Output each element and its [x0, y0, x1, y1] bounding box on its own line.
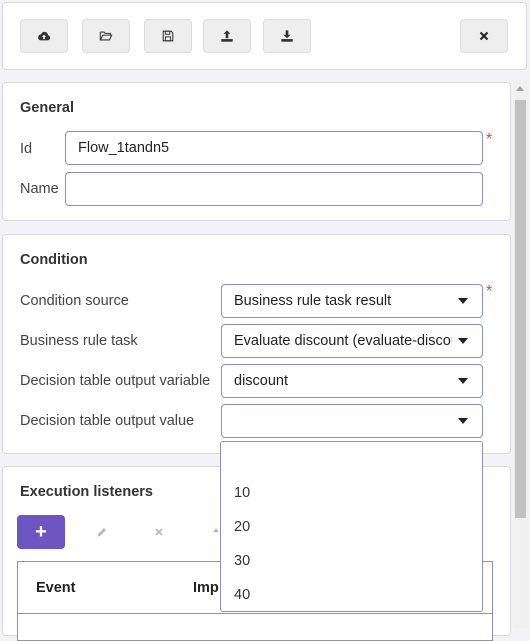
id-input-value: Flow_1tandn5: [78, 140, 170, 156]
table-header-divider: [18, 613, 492, 614]
output-value-dropdown: 10 20 30 40: [220, 441, 483, 612]
add-listener-button[interactable]: +: [17, 515, 65, 549]
import-icon: [281, 30, 293, 42]
upload-cloud-icon: [38, 31, 51, 41]
business-rule-task-label: Business rule task: [20, 333, 138, 349]
scroll-up-icon[interactable]: [516, 86, 524, 91]
condition-source-value: Business rule task result: [234, 293, 392, 309]
column-header-implementation: Imp: [193, 580, 219, 596]
business-rule-task-select[interactable]: Evaluate discount (evaluate-discount): [221, 324, 483, 358]
save-icon: [162, 30, 174, 42]
condition-source-required-marker: *: [486, 283, 493, 300]
export-icon: [221, 30, 233, 42]
import-button[interactable]: [263, 19, 311, 53]
export-button[interactable]: [203, 19, 251, 53]
condition-title: Condition: [20, 252, 88, 268]
general-title: General: [20, 100, 74, 116]
condition-source-label: Condition source: [20, 293, 129, 309]
dropdown-option-40[interactable]: 40: [234, 587, 250, 603]
scrollbar-thumb[interactable]: [515, 100, 526, 518]
output-value-label: Decision table output value: [20, 413, 195, 429]
general-section: General Id Flow_1tandn5 * Name: [2, 82, 511, 221]
output-variable-value: discount: [234, 373, 289, 389]
id-input[interactable]: Flow_1tandn5: [65, 131, 483, 165]
save-button[interactable]: [144, 19, 192, 53]
business-rule-task-value: Evaluate discount (evaluate-discount): [234, 333, 452, 349]
name-label: Name: [20, 181, 59, 197]
condition-source-select[interactable]: Business rule task result: [221, 284, 483, 318]
id-required-marker: *: [486, 131, 493, 148]
column-header-event: Event: [36, 580, 76, 596]
chevron-down-icon: [458, 378, 468, 384]
output-variable-label: Decision table output variable: [20, 373, 211, 389]
dropdown-option-10[interactable]: 10: [234, 485, 250, 501]
close-button[interactable]: [460, 19, 508, 53]
open-folder-icon: [99, 31, 113, 41]
open-folder-button[interactable]: [82, 19, 130, 53]
upload-cloud-button[interactable]: [20, 19, 68, 53]
output-variable-select[interactable]: discount: [221, 364, 483, 398]
edit-listener-button[interactable]: [88, 520, 114, 544]
close-icon: [479, 31, 489, 41]
panel-scrollbar[interactable]: [513, 80, 528, 628]
name-input[interactable]: [65, 172, 483, 206]
dropdown-option-20[interactable]: 20: [234, 519, 250, 535]
dropdown-option-30[interactable]: 30: [234, 553, 250, 569]
toolbar: [2, 2, 527, 70]
plus-icon: +: [35, 520, 47, 543]
delete-listener-button[interactable]: [146, 520, 172, 544]
chevron-down-icon: [458, 298, 468, 304]
condition-section: Condition Condition source Business rule…: [2, 234, 511, 454]
id-label: Id: [20, 141, 33, 157]
chevron-down-icon: [458, 418, 468, 424]
output-value-select[interactable]: [221, 404, 483, 438]
pencil-icon: [96, 527, 106, 537]
close-icon: [155, 528, 163, 536]
execution-listeners-title: Execution listeners: [20, 484, 153, 500]
chevron-down-icon: [458, 338, 468, 344]
